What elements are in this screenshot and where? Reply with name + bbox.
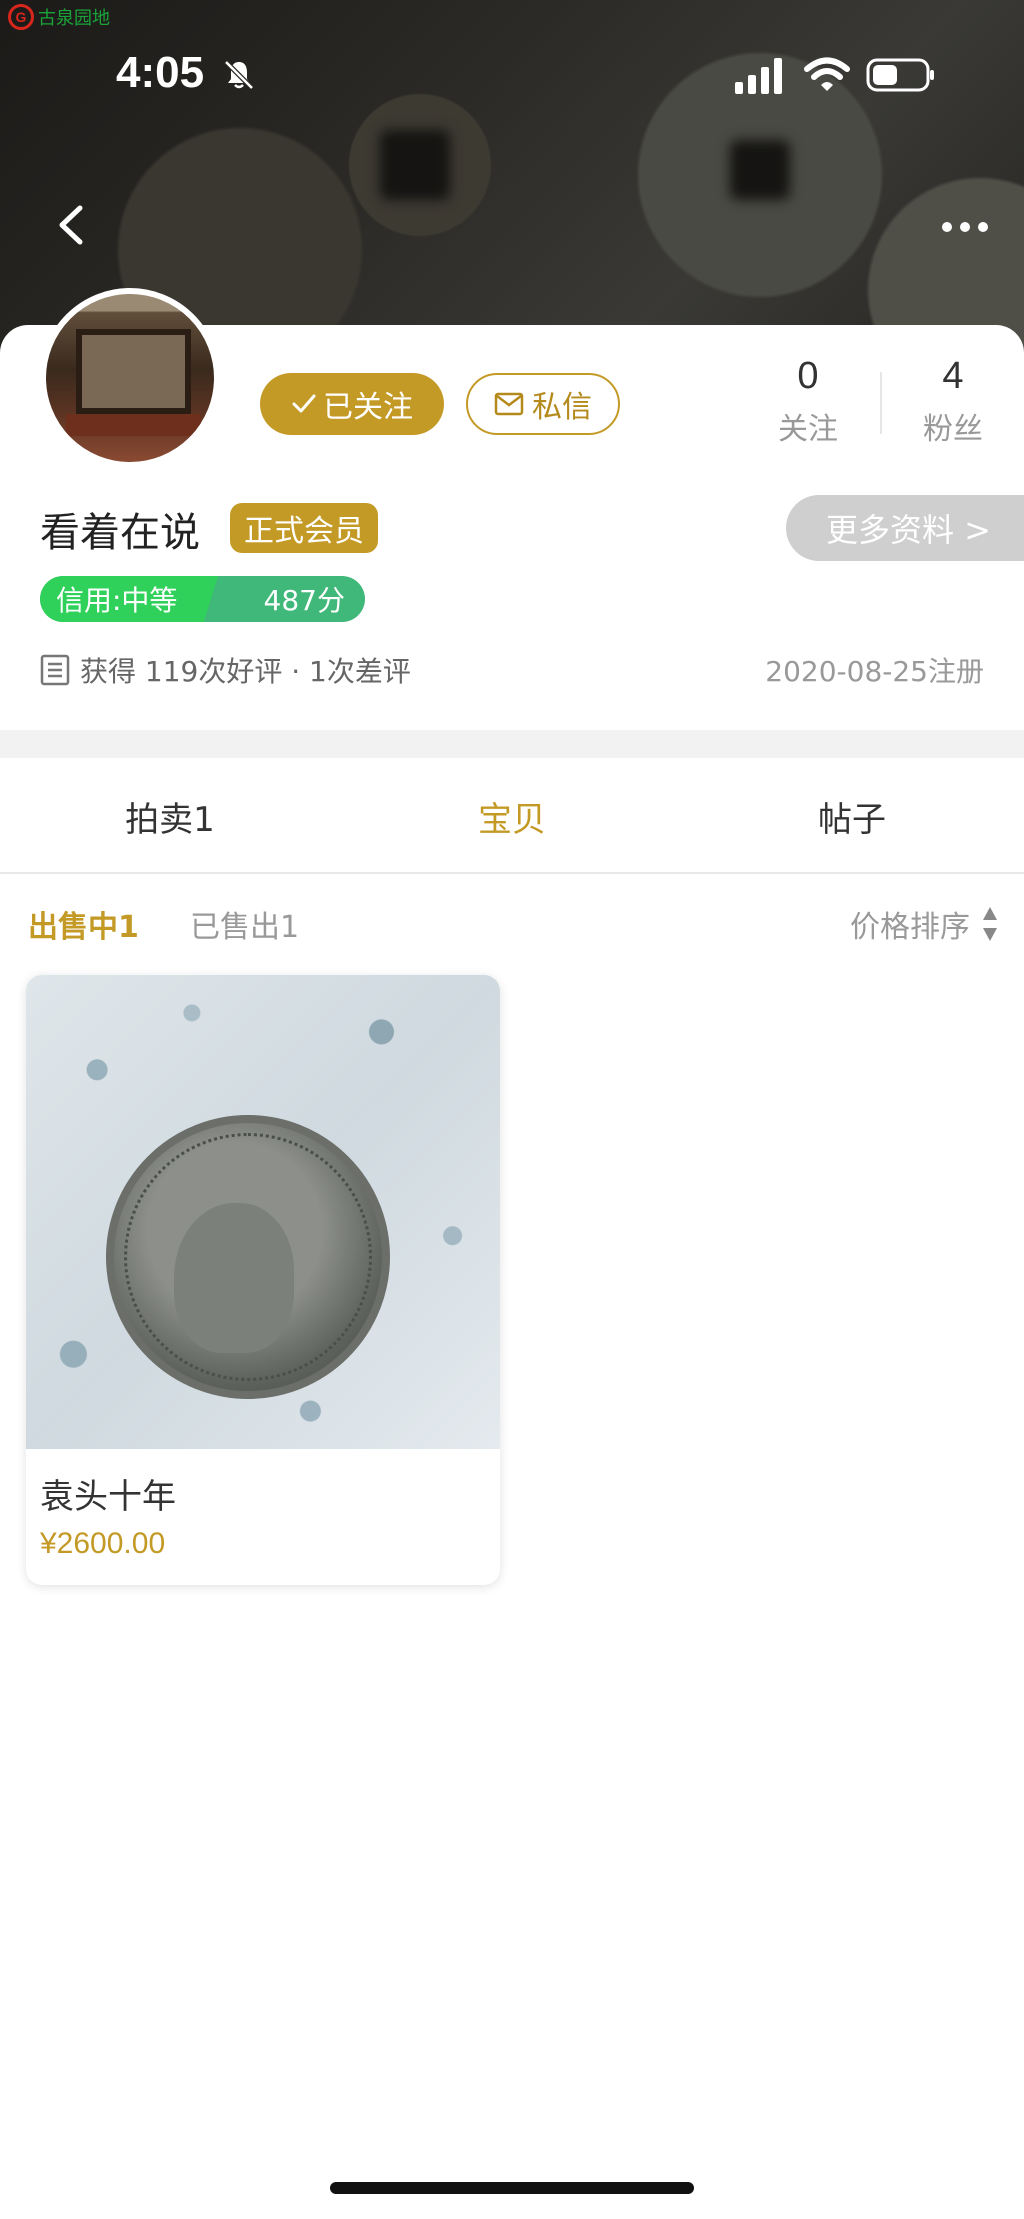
content-tabs: 拍卖1 宝贝 帖子: [0, 758, 1024, 874]
product-title: 袁头十年: [40, 1477, 176, 1517]
cellular-signal-icon: [735, 58, 782, 94]
more-info-button[interactable]: 更多资料 >: [786, 495, 1024, 561]
check-icon: [292, 394, 316, 413]
credit-label: 信用:中等: [40, 576, 218, 622]
private-message-button[interactable]: 私信: [466, 373, 620, 435]
tab-auction[interactable]: 拍卖1: [60, 758, 280, 874]
tab-posts[interactable]: 帖子: [742, 758, 962, 874]
battery-icon: [866, 58, 934, 92]
more-options-icon[interactable]: [940, 212, 990, 242]
following-label: 关注: [778, 412, 838, 447]
sort-label: 价格排序: [850, 910, 970, 945]
followers-count: 4: [942, 355, 964, 397]
following-count: 0: [797, 355, 819, 397]
followed-button-label: 已关注: [323, 390, 413, 425]
credit-badge: 信用:中等 487分: [40, 576, 365, 622]
wifi-icon: [804, 57, 850, 91]
avatar-image-detail: [66, 414, 201, 436]
private-message-label: 私信: [532, 390, 592, 425]
review-summary-text: 获得 119次好评 · 1次差评: [80, 655, 411, 688]
product-image[interactable]: [26, 975, 500, 1449]
tab-items[interactable]: 宝贝: [402, 758, 622, 874]
mail-icon: [494, 392, 524, 416]
status-time: 4:05: [116, 48, 205, 97]
username: 看着在说: [40, 510, 200, 556]
followers-stat[interactable]: 4 粉丝: [903, 355, 1003, 448]
product-card[interactable]: 袁头十年 ¥2600.00: [26, 975, 500, 1585]
home-indicator[interactable]: [330, 2182, 694, 2194]
coin-photo: [106, 1115, 390, 1399]
back-icon[interactable]: [50, 200, 90, 250]
stat-divider: [880, 372, 882, 434]
followed-button[interactable]: 已关注: [260, 373, 444, 435]
member-badge: 正式会员: [230, 503, 378, 553]
status-bar: 4:05: [0, 0, 1024, 150]
avatar[interactable]: [40, 288, 220, 468]
followers-label: 粉丝: [923, 412, 983, 447]
coin-portrait: [174, 1203, 294, 1353]
register-date: 2020-08-25注册: [765, 655, 984, 688]
filter-sold[interactable]: 已售出1: [190, 902, 299, 946]
product-price: ¥2600.00: [40, 1527, 166, 1560]
sort-arrows-icon: [983, 907, 997, 941]
silent-bell-icon: [224, 60, 254, 90]
following-stat[interactable]: 0 关注: [758, 355, 858, 448]
filter-on-sale[interactable]: 出售中1: [28, 902, 139, 946]
credit-score: 487分: [263, 584, 345, 617]
filter-row: 出售中1 已售出1 价格排序: [0, 876, 1024, 966]
section-divider: [0, 730, 1024, 758]
document-icon: [40, 654, 70, 686]
review-summary[interactable]: 获得 119次好评 · 1次差评: [40, 650, 411, 690]
avatar-image-detail: [76, 329, 191, 414]
sort-by-price-button[interactable]: 价格排序: [850, 902, 998, 946]
